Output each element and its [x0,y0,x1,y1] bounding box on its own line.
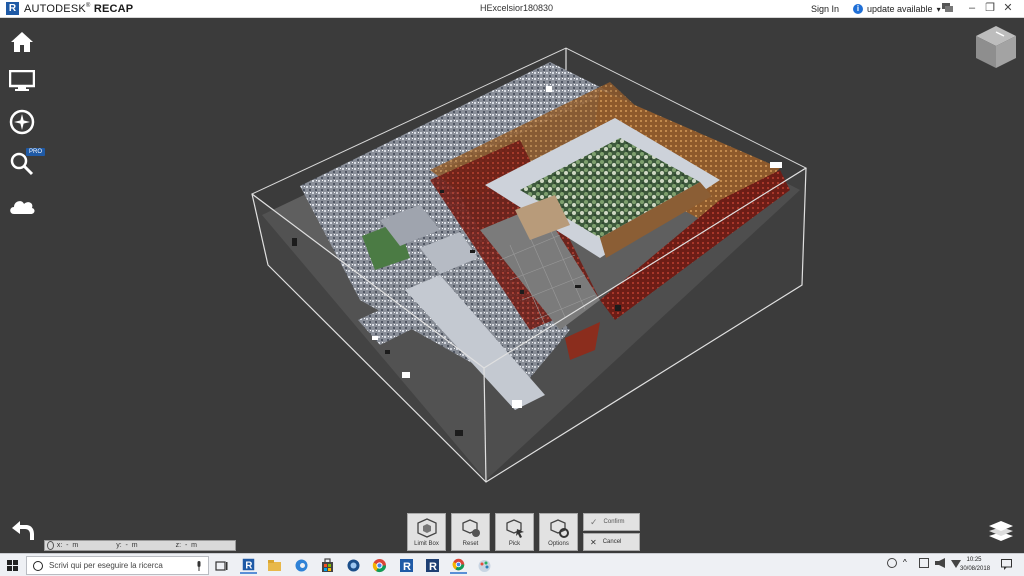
sidebar-item-home[interactable] [8,28,36,56]
minimize-icon[interactable]: – [966,2,978,14]
close-icon[interactable]: ✕ [1002,2,1014,14]
cancel-button[interactable]: ✕ Cancel [583,533,640,551]
title-bar: R AUTODESK® RECAP HExcelsior180830 Sign … [0,0,1024,18]
clock-date: 30/08/2018 [960,566,991,572]
pick-icon [505,519,524,538]
brand-autodesk: AUTODESK [24,3,86,15]
compass-icon [9,109,35,135]
info-icon: i [853,4,863,14]
update-available-dropdown[interactable]: i update available ▾ [853,2,941,16]
coord-z: z: - m [175,542,197,549]
sidebar-item-cloud[interactable] [8,192,36,220]
svg-text:R: R [429,561,437,573]
reset-icon [461,519,480,537]
cancel-label: Cancel [602,539,622,545]
coord-y: y: - m [116,542,138,549]
notification-center-icon[interactable] [1001,559,1012,570]
people-icon[interactable] [887,558,897,568]
pick-label: Pick [508,541,521,547]
coordinates-bar: x: - m y: - m z: - m [44,540,236,551]
options-label: Options [548,541,569,547]
taskbar-search-box[interactable]: Scrivi qui per eseguire la ricerca [26,556,209,575]
x-icon: ✕ [590,537,597,547]
confirm-label: Confirm [603,519,625,525]
sidebar-item-view[interactable] [8,67,36,95]
limit-box-toolbar: Limit Box Reset Pick Options ✓ Confirm ✕… [407,513,640,551]
paint-app-icon[interactable] [476,557,493,574]
clock-time: 10:25 [966,557,982,563]
file-explorer-icon[interactable] [266,557,283,574]
sidebar-item-navigate[interactable] [8,108,36,136]
restore-icon[interactable]: ❐ [984,2,996,14]
sign-in-link[interactable]: Sign In [811,4,839,14]
store-icon[interactable] [319,557,336,574]
chevron-up-icon[interactable]: ^ [903,558,913,568]
recap-logo: R [6,2,19,15]
volume-icon[interactable] [935,558,945,568]
pick-button[interactable]: Pick [495,513,534,551]
coord-x: x: - m [56,542,79,549]
pro-badge: PRO [26,148,46,156]
recap-photo-icon[interactable]: R [398,557,415,574]
windows-start-icon[interactable] [7,560,18,571]
task-view-icon[interactable] [213,557,230,574]
search-placeholder: Scrivi qui per eseguire la ricerca [49,561,163,570]
window-controls: – ❐ ✕ [966,2,1014,14]
chrome-active-icon[interactable] [450,557,467,574]
crosshair-icon [47,541,54,550]
reset-button[interactable]: Reset [451,513,490,551]
brand-recap: RECAP [93,3,134,15]
update-label: update available [867,4,933,14]
options-icon [549,519,569,538]
windows-taskbar: Scrivi qui per eseguire la ricerca R R R… [0,553,1024,576]
home-icon [11,32,33,52]
speech-icon[interactable] [919,558,929,568]
options-button[interactable]: Options [539,513,578,551]
back-arrow-icon[interactable] [8,520,36,542]
recap-taskbar-icon[interactable]: R [240,557,257,574]
point-cloud-scene [251,47,808,483]
app-brand: AUTODESK® RECAP [24,3,134,15]
monitor-icon [9,70,35,91]
edge-icon[interactable] [293,557,310,574]
cloud-app-icon[interactable] [345,557,362,574]
document-title: HExcelsior180830 [480,3,554,13]
chat-icon[interactable] [942,3,954,13]
confirm-button[interactable]: ✓ Confirm [583,513,640,531]
check-icon: ✓ [590,516,598,527]
revit-icon[interactable]: R [424,557,441,574]
layers-icon[interactable] [988,520,1014,542]
taskbar-clock[interactable]: 10:25 30/08/2018 [960,556,991,574]
cortana-icon [33,560,43,571]
system-tray: ^ [887,558,961,568]
svg-text:R: R [403,561,411,573]
limit-box-label: Limit Box [414,541,439,547]
reset-label: Reset [462,541,479,547]
chrome-icon[interactable] [371,557,388,574]
chevron-down-icon: ▾ [936,4,941,14]
cloud-icon [10,201,35,214]
microphone-icon[interactable] [196,561,202,571]
confirm-cancel-group: ✓ Confirm ✕ Cancel [583,513,640,551]
point-cloud-viewport[interactable] [0,18,1024,538]
limit-box-icon [416,518,437,538]
svg-text:R: R [245,560,252,571]
limit-box-button[interactable]: Limit Box [407,513,446,551]
recap-window: R AUTODESK® RECAP HExcelsior180830 Sign … [0,0,1024,576]
view-cube[interactable] [974,24,1018,70]
